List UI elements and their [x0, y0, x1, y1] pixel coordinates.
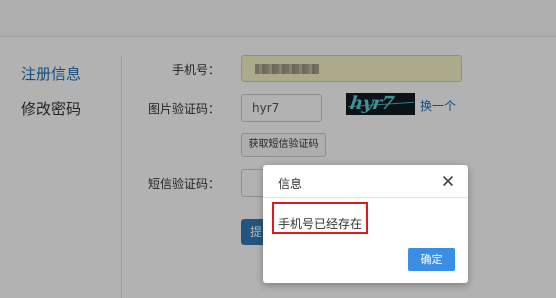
close-icon[interactable]: [441, 174, 455, 188]
info-dialog: 信息 手机号已经存在 确定: [263, 165, 468, 283]
dialog-title: 信息: [278, 177, 303, 191]
dialog-header: 信息: [263, 165, 468, 198]
confirm-button[interactable]: 确定: [408, 248, 455, 271]
dialog-message: 手机号已经存在: [278, 217, 363, 231]
